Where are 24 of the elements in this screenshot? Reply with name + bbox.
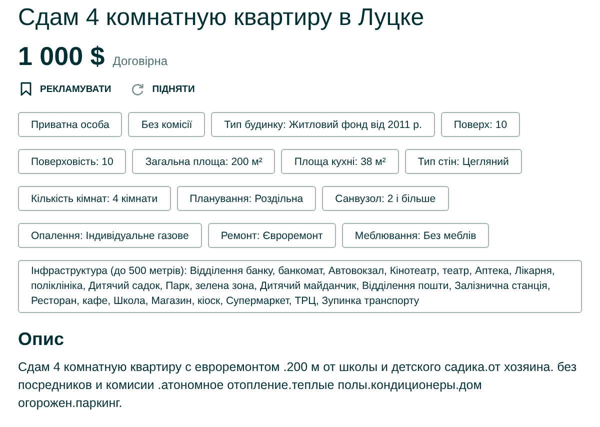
parameter-tag: Інфраструктура (до 500 метрів): Відділення банку, банкомат, Автовокзал, Кінотеатр, театр, Аптека, Лікарня, поліклініка, Дитячий садок, Парк, зелена зона, Дитячий майданчик, Відділення пошти, Залізнична станція, Ресторан, кафе, Школа, Магазин, кіоск, Супермаркет, ТРЦ, Зупинка транспорту (18, 260, 582, 313)
parameter-tag: Опалення: Індивідуальне газове (18, 223, 202, 248)
parameter-tag: Кількість кімнат: 4 кімнати (18, 186, 171, 211)
section-heading: Опис (18, 329, 65, 350)
parameter-tag: Планування: Роздільна (176, 186, 316, 211)
parameter-tag: Площа кухні: 38 м² (281, 149, 399, 174)
listing-title: Сдам 4 комнатную квартиру в Луцке (18, 3, 426, 33)
parameter-tag: Без комісії (128, 112, 206, 137)
bookmark-icon (20, 82, 32, 96)
parameter-tag: Тип стін: Цегляний (404, 149, 522, 174)
parameter-tag: Санвузол: 2 і більше (322, 186, 449, 211)
description-text: Сдам 4 комнатную квартиру с евроремонтом .200 м от школы и детского садика.от хозяина. без посредников и комисии .атономное отопление.теплые полы.кондиционеры.дом огорожен.паркинг. (18, 359, 578, 412)
parameter-tag: Тип будинку: Житловий фонд від 2011 р. (211, 112, 435, 137)
parameter-tag: Загальна площа: 200 м² (132, 149, 276, 174)
price-note: Договірна (112, 54, 168, 68)
parameter-tag: Приватна особа (18, 112, 122, 137)
parameter-tag: Меблювання: Без меблів (342, 223, 490, 248)
parameter-tag: Поверховість: 10 (18, 149, 126, 174)
parameter-tag: Ремонт: Євроремонт (208, 223, 336, 248)
parameter-tag: Поверх: 10 (440, 112, 520, 137)
refresh-icon (131, 82, 144, 96)
price: 1 000 $ (18, 41, 105, 72)
refresh-button[interactable]: ПІДНЯТИ (129, 82, 195, 96)
promote-button[interactable]: РЕКЛАМУВАТИ (18, 82, 112, 96)
